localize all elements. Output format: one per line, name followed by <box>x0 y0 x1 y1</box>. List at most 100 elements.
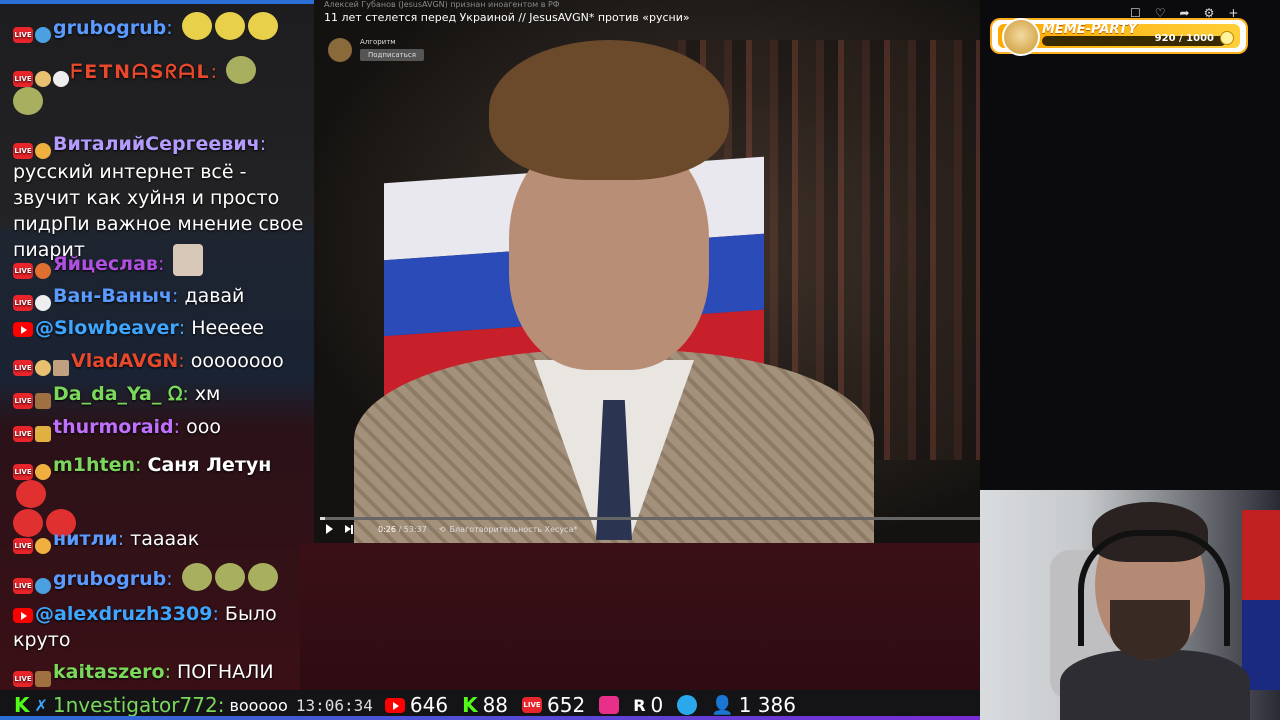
video-title[interactable]: 11 лет стелется перед Украиной // JesusA… <box>324 11 690 24</box>
chat-nick[interactable]: VladAVGN <box>71 350 178 372</box>
badges: LIVE <box>13 393 51 409</box>
chat-nick[interactable]: @Slowbeaver <box>35 317 179 339</box>
video-progress-bar[interactable] <box>320 517 980 520</box>
chat-message: @Slowbeaver: Нееeee <box>13 315 309 341</box>
badge-icon <box>53 71 69 87</box>
last-chat-message: K ✗ 1nvestigator772: воoooo <box>14 693 288 717</box>
channel-name[interactable]: Алгоритм <box>360 38 424 46</box>
chat-nick[interactable]: thurmoraid <box>53 416 174 438</box>
chat-nick[interactable]: kaitaszero <box>53 661 165 683</box>
share-icon[interactable]: ➦ <box>1180 6 1190 20</box>
chat-message: LIVE ᖴETNᗩSᖇᗩL: <box>13 56 309 116</box>
chat-nick[interactable]: m1hten <box>53 454 135 476</box>
badge-icon <box>35 143 51 159</box>
cat-emote-icon <box>173 244 204 276</box>
emote-icon <box>181 563 212 591</box>
bookmark-icon[interactable]: ☐ <box>1130 6 1141 20</box>
badges <box>13 608 33 623</box>
rutube-icon: R <box>633 695 646 715</box>
chat-panel: LIVE grubogrub: LIVE ᖴETNᗩSᖇᗩL: LIVE Витали… <box>0 0 314 690</box>
chat-nick[interactable]: ВиталийСергеевич <box>53 133 260 155</box>
time-total: 53:37 <box>403 524 427 534</box>
sword-icon: ✗ <box>34 695 48 715</box>
vklive-icon: LIVE <box>13 295 33 311</box>
badge-icon <box>35 393 51 409</box>
play-icon[interactable] <box>326 524 333 534</box>
total-count: 1 386 <box>738 693 796 717</box>
badge-icon <box>35 27 51 43</box>
video-controls: 0:26 / 53:37 ⟲ Благотворительность Хесуса… <box>326 524 577 534</box>
vklive-icon: LIVE <box>13 27 33 43</box>
badges: LIVE <box>13 71 69 87</box>
total-viewers: 👤 1 386 <box>711 693 796 717</box>
video-title-faint: Алексей Губанов (JesusAVGN) признан иноа… <box>324 0 560 9</box>
emote-icon <box>13 87 43 115</box>
chapter[interactable]: ⟲ Благотворительность Хесуса* <box>439 525 578 534</box>
webcam-feed <box>980 490 1280 720</box>
meme-party-widget: MEME-PARTY 920 / 1000 <box>992 18 1246 56</box>
chat-message: LIVE Ван-Ваныч: давай <box>13 283 309 311</box>
chat-message: LIVE kaitaszero: ПОГНАЛИ <box>13 659 309 687</box>
chat-nick[interactable]: Яйцеслав <box>53 253 158 275</box>
rutube-count: 0 <box>650 693 664 717</box>
vklive-count: 652 <box>547 693 586 717</box>
chat-message: LIVE нитли: тааaак <box>13 526 309 554</box>
chat-nick[interactable]: Da_da_Ya_ ᘯ <box>53 383 182 405</box>
subscribe-button[interactable]: Подписаться <box>360 49 424 61</box>
vklive-icon: LIVE <box>13 464 33 480</box>
vklive-icon: LIVE <box>13 263 33 279</box>
chat-text: ПОГНАЛИ <box>177 661 274 683</box>
user-icon: 👤 <box>711 694 734 716</box>
add-icon[interactable]: + <box>1228 6 1238 20</box>
emote-icon <box>226 56 257 84</box>
meme-party-bar: MEME-PARTY 920 / 1000 <box>998 18 1240 56</box>
badge-icon <box>35 538 51 554</box>
channel-avatar[interactable] <box>328 38 352 62</box>
chat-nick[interactable]: Ван-Ваныч <box>53 285 172 307</box>
chat-nick[interactable]: ᖴETNᗩSᖇᗩL <box>71 61 211 83</box>
badges <box>13 322 33 337</box>
chat-nick[interactable]: @alexdruzh3309 <box>35 603 212 625</box>
telegram-icon <box>677 695 698 715</box>
kick-icon: K <box>462 693 478 717</box>
emote-icon <box>16 480 46 508</box>
badges: LIVE <box>13 671 51 687</box>
headphones <box>1078 530 1230 646</box>
emote-icon <box>214 12 245 40</box>
chat-message: @alexdruzh3309: Было круто <box>13 603 277 651</box>
youtube-count: 646 <box>409 693 449 717</box>
badges: LIVE <box>13 143 51 159</box>
accent-underline <box>0 716 980 720</box>
heart-icon[interactable]: ♡ <box>1155 6 1166 20</box>
kick-count: 88 <box>482 693 509 717</box>
youtube-icon <box>384 697 405 713</box>
next-icon[interactable] <box>345 524 354 534</box>
chat-message: LIVE grubogrub: <box>13 563 309 594</box>
kick-icon: K <box>14 693 30 717</box>
settings-icon[interactable]: ⚙ <box>1204 6 1215 20</box>
chat-nick[interactable]: grubogrub <box>53 17 166 39</box>
chat-text: оооооооо <box>190 350 284 372</box>
clock: 13:06:34 <box>295 695 373 715</box>
chat-message: LIVE VladAVGN: оооооооо <box>13 348 309 376</box>
badge-icon <box>35 263 51 279</box>
video-progress-fill <box>320 517 326 520</box>
vklive-icon: LIVE <box>13 538 33 554</box>
chat-nick[interactable]: grubogrub <box>53 568 166 590</box>
youtube-viewers: 646 <box>384 693 449 717</box>
badges: LIVE <box>13 538 51 554</box>
meme-party-title: MEME-PARTY <box>1042 22 1138 37</box>
video-time: 0:26 / 53:37 <box>378 525 427 534</box>
vklive-icon: LIVE <box>13 671 33 687</box>
chat-text: давай <box>184 285 245 307</box>
chat-text: Саня Летун <box>147 454 272 476</box>
chat-text: тааaак <box>130 528 200 550</box>
chat-text: хм <box>194 383 221 405</box>
chat-nick[interactable]: нитли <box>53 528 118 550</box>
last-nick[interactable]: 1nvestigator772 <box>53 693 218 717</box>
badges: LIVE <box>13 426 51 442</box>
badges: LIVE <box>13 263 51 279</box>
video-player[interactable]: Алексей Губанов (JesusAVGN) признан иноа… <box>314 0 980 543</box>
kick-viewers: K 88 <box>462 693 508 717</box>
badge-icon <box>35 464 51 480</box>
